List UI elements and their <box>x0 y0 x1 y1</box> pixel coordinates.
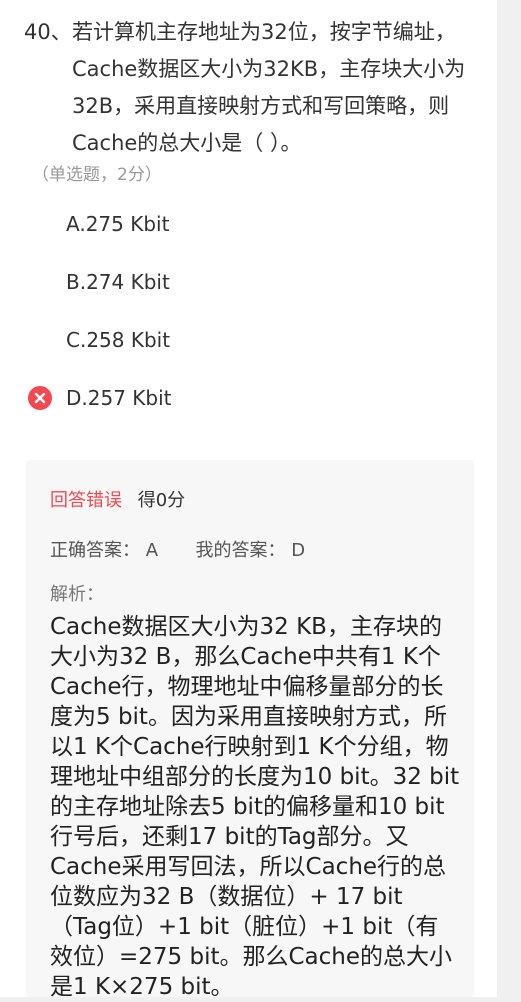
question-text: 若计算机主存地址为32位，按字节编址，Cache数据区大小为32KB，主存块大小… <box>72 20 466 155</box>
option-label: A.275 Kbit <box>66 212 170 236</box>
analysis-panel: 回答错误 得0分 正确答案： A 我的答案： D 解析： Cache数据区大小为… <box>26 460 474 1000</box>
my-answer-label: 我的答案： <box>195 540 286 561</box>
option-label: D.257 Kbit <box>66 386 172 410</box>
question-title: 40、 若计算机主存地址为32位，按字节编址，Cache数据区大小为32KB，主… <box>24 14 474 162</box>
explanation-label: 解析： <box>50 584 104 605</box>
correct-answer: A <box>145 540 159 561</box>
correct-answer-label: 正确答案： <box>50 540 140 561</box>
answer-line: 正确答案： A 我的答案： D <box>50 536 305 562</box>
wrong-answer-icon <box>28 386 52 410</box>
option-label: C.258 Kbit <box>66 328 171 352</box>
score: 得0分 <box>137 490 186 511</box>
result-line: 回答错误 得0分 <box>50 486 185 512</box>
question-number: 40、 <box>24 20 72 44</box>
option-a[interactable]: A.275 Kbit <box>0 204 400 244</box>
option-d[interactable]: D.257 Kbit <box>0 378 400 418</box>
explanation-text: Cache数据区大小为32 KB，主存块的大小为32 B，那么Cache中共有1… <box>50 614 460 1000</box>
option-b[interactable]: B.274 Kbit <box>0 262 400 302</box>
result-status: 回答错误 <box>50 490 122 511</box>
option-label: B.274 Kbit <box>66 270 170 294</box>
option-c[interactable]: C.258 Kbit <box>0 320 400 360</box>
my-answer: D <box>291 540 306 561</box>
question-card: 40、 若计算机主存地址为32位，按字节编址，Cache数据区大小为32KB，主… <box>0 0 497 1000</box>
question-type-score: （单选题，2分） <box>32 165 162 185</box>
